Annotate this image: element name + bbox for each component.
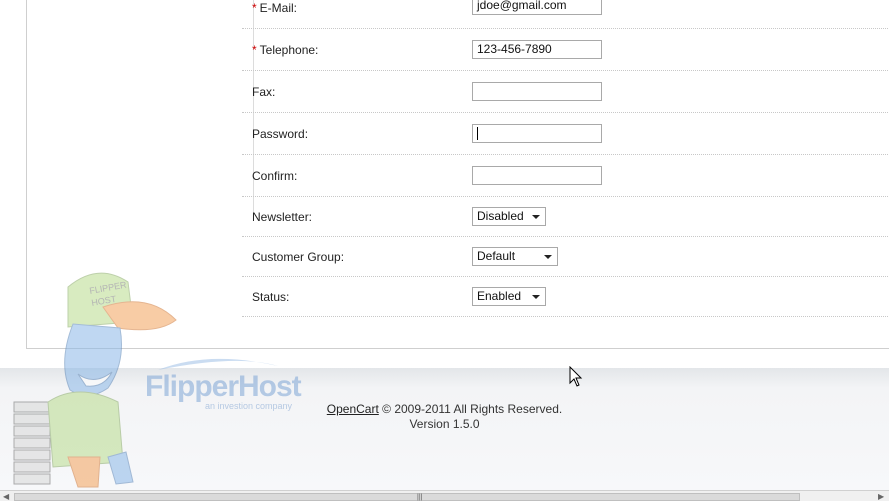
fax-label: Fax: (252, 85, 276, 99)
confirm-field[interactable] (472, 166, 602, 185)
fax-field[interactable] (472, 82, 602, 101)
dropdown-arrow-icon (532, 215, 540, 219)
required-mark: * (252, 43, 257, 57)
password-field[interactable] (472, 124, 602, 143)
horizontal-scrollbar[interactable]: ◀ ||| ▶ (0, 490, 889, 501)
dropdown-arrow-icon (532, 295, 540, 299)
email-row: * E-Mail: jdoe@gmail.com (242, 0, 889, 29)
email-label: * E-Mail: (252, 1, 298, 15)
telephone-field[interactable]: 123-456-7890 (472, 40, 602, 59)
text-caret (477, 127, 478, 141)
watermark-tagline: an investion company (205, 401, 293, 411)
newsletter-select[interactable]: Disabled (472, 207, 546, 226)
mouse-pointer-icon (569, 366, 583, 387)
fax-row: Fax: (242, 71, 889, 113)
confirm-row: Confirm: (242, 155, 889, 197)
status-row: Status: Enabled (242, 277, 889, 317)
newsletter-selected-value: Disabled (477, 209, 524, 223)
customer-group-selected-value: Default (477, 249, 516, 263)
customer-group-select[interactable]: Default (472, 247, 558, 266)
dropdown-arrow-icon (544, 255, 552, 259)
status-select[interactable]: Enabled (472, 287, 546, 306)
telephone-row: * Telephone: 123-456-7890 (242, 29, 889, 71)
newsletter-row: Newsletter: Disabled (242, 197, 889, 237)
scrollbar-grip-icon: ||| (417, 494, 423, 501)
customer-group-row: Customer Group: Default (242, 237, 889, 277)
telephone-label: * Telephone: (252, 43, 319, 57)
copyright-text: © 2009-2011 All Rights Reserved. (382, 402, 563, 416)
status-selected-value: Enabled (477, 289, 522, 303)
confirm-label: Confirm: (252, 169, 298, 183)
newsletter-label: Newsletter: (252, 210, 313, 224)
required-mark: * (252, 1, 257, 15)
opencart-link[interactable]: OpenCart (327, 402, 379, 416)
watermark-brand: FlipperHost (145, 370, 302, 403)
email-field[interactable]: jdoe@gmail.com (472, 0, 602, 15)
password-row: Password: (242, 113, 889, 155)
password-label: Password: (252, 127, 309, 141)
